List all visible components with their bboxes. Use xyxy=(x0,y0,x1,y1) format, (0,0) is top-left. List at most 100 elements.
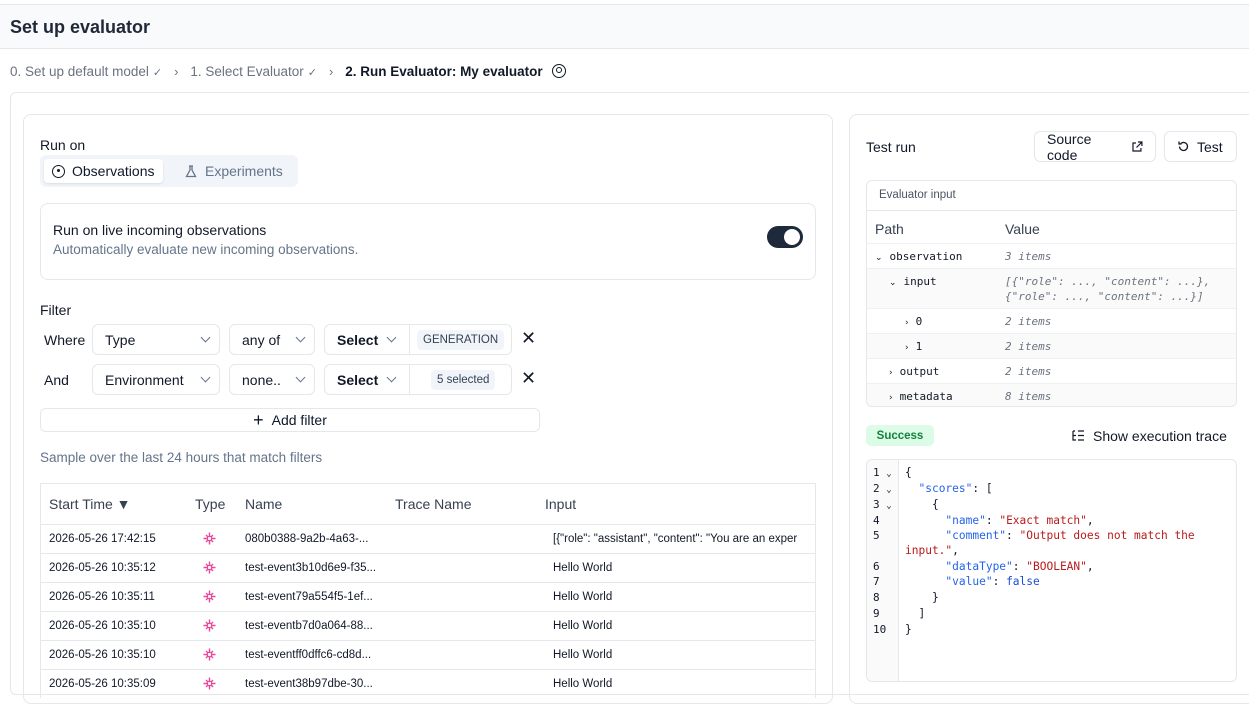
code-line: "scores": [ xyxy=(918,482,993,495)
tree-row[interactable]: › output 2 items xyxy=(867,358,1236,383)
live-toggle-switch[interactable] xyxy=(767,226,803,248)
cell-input: Hello World xyxy=(553,562,613,574)
divider xyxy=(867,210,1236,211)
chevron-down-icon xyxy=(295,372,306,383)
breadcrumb-step-0[interactable]: 0. Set up default model ✓ xyxy=(10,64,162,79)
col-start-time[interactable]: Start Time ▼ xyxy=(49,496,131,512)
col-type: Type xyxy=(195,496,226,512)
divider xyxy=(409,324,410,355)
generation-icon xyxy=(203,532,216,545)
cell-input: Hello World xyxy=(553,649,613,661)
line-number: 4 xyxy=(873,514,880,527)
line-number: 5 xyxy=(873,529,880,542)
run-on-label: Run on xyxy=(40,137,86,153)
add-filter-button[interactable]: + Add filter xyxy=(40,408,540,432)
filter-value-badge: 5 selected xyxy=(431,370,496,390)
tree-value: 2 items xyxy=(1005,340,1052,353)
cell-start-time: 2026-05-26 17:42:15 xyxy=(49,533,156,545)
generation-icon xyxy=(203,561,216,574)
code-line: { xyxy=(931,498,939,511)
line-number: 9 xyxy=(873,607,880,620)
refresh-icon xyxy=(1178,141,1189,152)
cell-name: test-eventb7d0a064-88... xyxy=(245,620,373,632)
tree-value: 2 items xyxy=(1005,365,1052,378)
generation-icon xyxy=(203,619,216,632)
filter-column-select[interactable]: Type xyxy=(92,324,220,355)
breadcrumb: 0. Set up default model ✓ › 1. Select Eva… xyxy=(10,62,566,80)
cell-input: Hello World xyxy=(553,591,613,603)
filter-conj-and: And xyxy=(44,372,69,388)
filter-column-select[interactable]: Environment xyxy=(92,364,220,395)
filter-value-badge: GENERATION xyxy=(417,330,505,350)
tree-value: 2 items xyxy=(1005,315,1052,328)
code-line: "value": false xyxy=(945,575,1040,588)
cell-input: Hello World xyxy=(553,620,613,632)
user-circle-icon xyxy=(551,64,566,78)
chevron-down-icon: ⌄ xyxy=(889,278,897,288)
table-row[interactable]: 2026-05-26 10:35:09 test-event38b97dbe-30… xyxy=(41,670,815,698)
remove-filter-icon[interactable]: ✕ xyxy=(521,328,536,349)
evaluator-input-viewer: Evaluator input Path Value ⌄ observation 3… xyxy=(866,180,1237,407)
chevron-down-icon: ⌄ xyxy=(875,253,883,263)
tree-row[interactable]: › 1 2 items xyxy=(867,333,1236,358)
filter-label: Filter xyxy=(40,302,72,318)
source-code-button[interactable]: Source code xyxy=(1034,131,1156,163)
chevron-right-icon: › xyxy=(905,343,909,353)
breadcrumb-step-2: 2. Run Evaluator: My evaluator xyxy=(345,63,543,79)
cell-input: Hello World xyxy=(553,678,613,690)
live-title: Run on live incoming observations xyxy=(53,222,267,238)
remove-filter-icon[interactable]: ✕ xyxy=(521,368,536,389)
chevron-right-icon: › xyxy=(889,368,893,378)
list-tree-icon xyxy=(1072,430,1084,441)
tree-row[interactable]: ⌄ observation 3 items xyxy=(867,243,1236,268)
table-row[interactable]: 2026-05-26 10:35:10 test-eventff0dffc6-cd… xyxy=(41,641,815,670)
line-gutter: 1 ⌄ 2 ⌄ 3 ⌄ 4 5 6 7 8 9 10 xyxy=(867,460,899,681)
table-row[interactable]: 2026-05-26 17:42:15 080b0388-9a2b-4a63-..… xyxy=(41,525,815,554)
check-icon: ✓ xyxy=(152,66,163,79)
table-row[interactable]: 2026-05-26 10:35:12 test-event3b10d6e9-f3… xyxy=(41,554,815,583)
tab-experiments[interactable]: Experiments xyxy=(185,159,283,183)
filter-operator-select[interactable]: none.. xyxy=(229,364,315,395)
chevron-down-icon xyxy=(386,332,397,343)
show-execution-trace-button[interactable]: Show execution trace xyxy=(1072,428,1227,444)
line-number: 10 xyxy=(873,623,887,636)
target-icon xyxy=(52,164,65,178)
evaluator-input-title: Evaluator input xyxy=(879,189,956,201)
code-line: } xyxy=(931,591,939,604)
status-badge: Success xyxy=(866,425,934,446)
sample-description: Sample over the last 24 hours that match… xyxy=(40,450,323,465)
tab-observations[interactable]: Observations xyxy=(44,159,163,183)
tree-row[interactable]: ⌄ input [{"role": ..., "content": ...}, {"r… xyxy=(867,268,1236,308)
tree-value: 3 items xyxy=(1005,250,1052,263)
test-button[interactable]: Test xyxy=(1164,131,1237,162)
check-icon: ✓ xyxy=(307,66,317,79)
table-row[interactable]: 2026-05-26 10:35:10 test-eventb7d0a064-88… xyxy=(41,612,815,641)
code-line: "dataType": "BOOLEAN", xyxy=(945,560,1094,573)
line-number: 3 ⌄ xyxy=(873,498,892,511)
generation-icon xyxy=(203,590,216,603)
test-run-title: Test run xyxy=(866,139,916,155)
generation-icon xyxy=(203,677,216,690)
col-input: Input xyxy=(545,496,577,512)
col-name: Name xyxy=(245,496,283,512)
tree-row[interactable]: › metadata 8 items xyxy=(867,383,1236,406)
line-number: 6 xyxy=(873,560,880,573)
cell-name: test-event3b10d6e9-f35... xyxy=(245,562,377,574)
cell-start-time: 2026-05-26 10:35:09 xyxy=(49,678,156,690)
code-line: ] xyxy=(918,607,926,620)
line-number: 7 xyxy=(873,575,880,588)
live-description: Automatically evaluate new incoming obse… xyxy=(53,242,359,257)
chevron-down-icon xyxy=(200,332,211,343)
cell-name: 080b0388-9a2b-4a63-... xyxy=(245,533,369,545)
cell-start-time: 2026-05-26 10:35:10 xyxy=(49,649,156,661)
table-row[interactable]: 2026-05-26 10:35:11 test-event79a554f5-1e… xyxy=(41,583,815,612)
chevron-down-icon xyxy=(386,372,397,383)
tree-value: 8 items xyxy=(1005,390,1052,403)
breadcrumb-step-1[interactable]: 1. Select Evaluator ✓ xyxy=(190,64,317,79)
line-number: 2 ⌄ xyxy=(873,482,892,495)
tree-row[interactable]: › 0 2 items xyxy=(867,308,1236,333)
filter-operator-select[interactable]: any of xyxy=(229,324,315,355)
flask-icon xyxy=(185,164,197,177)
line-number: 8 xyxy=(873,591,880,604)
generation-icon xyxy=(203,648,216,661)
